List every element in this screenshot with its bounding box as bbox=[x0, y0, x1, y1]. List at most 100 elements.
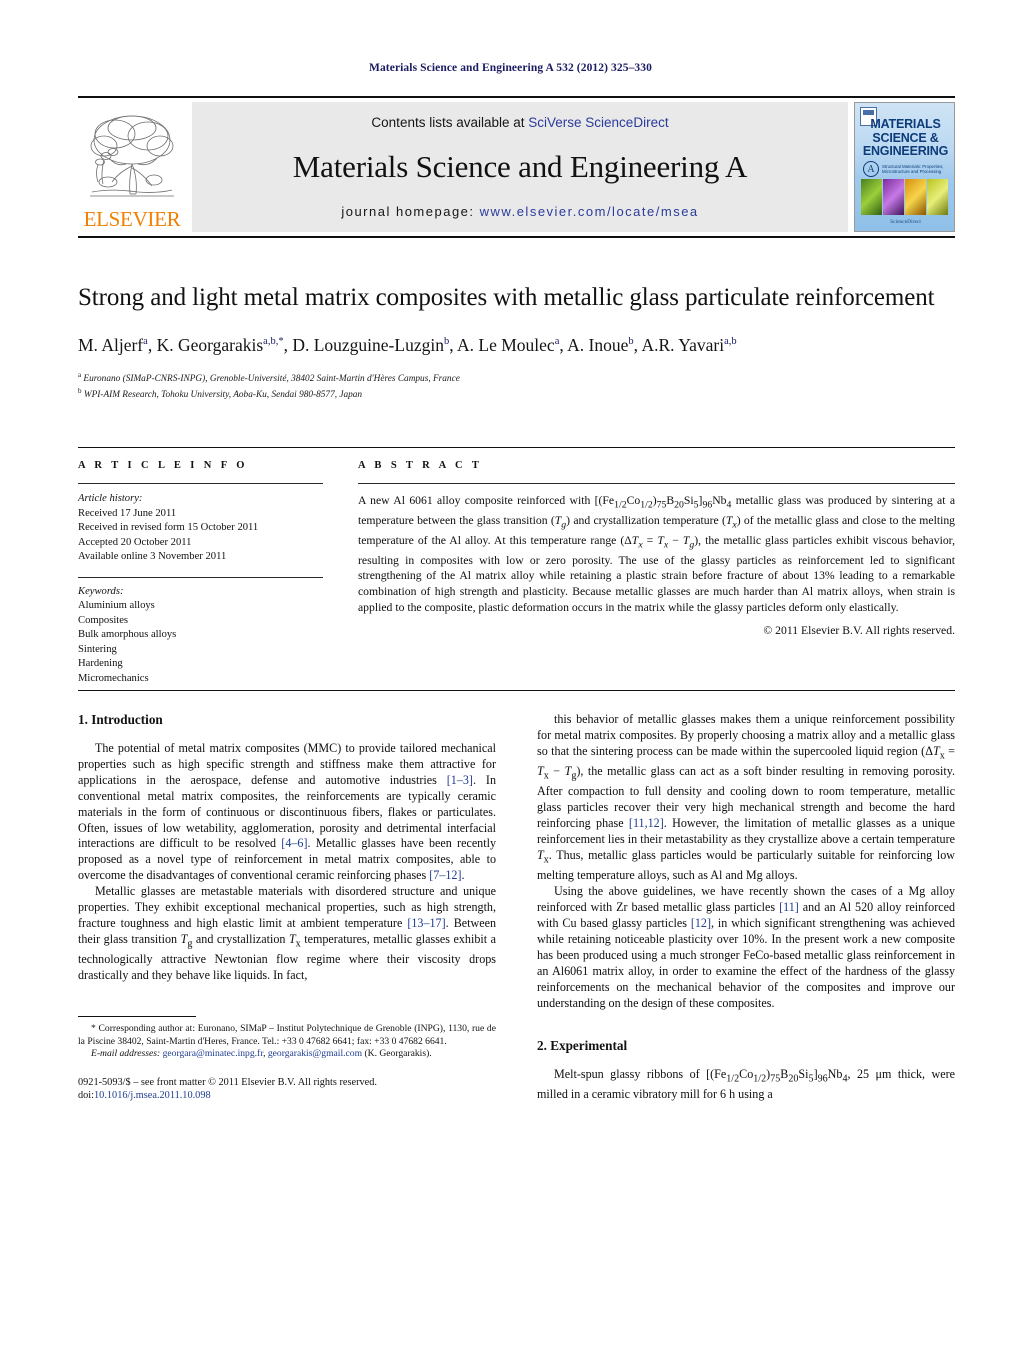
author: A. Inoueb bbox=[567, 334, 634, 355]
email-note: E-mail addresses: georgara@minatec.inpg.… bbox=[91, 1048, 432, 1060]
article-info-column: A R T I C L E I N F O Article history: R… bbox=[78, 460, 323, 686]
keyword-item: Bulk amorphous alloys bbox=[78, 629, 177, 640]
article-history-item: Received 17 June 2011 bbox=[78, 507, 177, 519]
keyword-item: Hardening bbox=[78, 658, 123, 669]
abstract-rule bbox=[358, 483, 955, 484]
affiliation-marker: b bbox=[78, 387, 82, 396]
body-columns: 1. Introduction The potential of metal m… bbox=[78, 712, 955, 1103]
cover-title-line2: SCIENCE & bbox=[872, 130, 939, 145]
journal-masthead: ELSEVIER Contents lists available at Sci… bbox=[78, 96, 955, 238]
issn-line-block: 0921-5093/$ – see front matter © 2011 El… bbox=[78, 1076, 496, 1103]
paragraph: Metallic glasses are metastable material… bbox=[78, 884, 497, 983]
body-column-right: this behavior of metallic glasses makes … bbox=[537, 712, 955, 1103]
issn-line: 0921-5093/$ – see front matter © 2011 El… bbox=[78, 1076, 377, 1088]
article-info-heading: A R T I C L E I N F O bbox=[78, 460, 248, 471]
keywords-label: Keywords: bbox=[78, 585, 124, 597]
elsevier-logo: ELSEVIER bbox=[78, 102, 186, 232]
cover-bottom-text: ScienceDirect bbox=[890, 219, 921, 225]
affiliation-list: a Euronano (SIMaP-CNRS-INPG), Grenoble-U… bbox=[78, 369, 955, 402]
author: A.R. Yavaria,b bbox=[641, 334, 737, 355]
abstract-heading: A B S T R A C T bbox=[358, 460, 483, 471]
abstract-column: A B S T R A C T A new Al 6061 alloy comp… bbox=[358, 460, 955, 686]
doi-line: doi:10.1016/j.msea.2011.10.098 bbox=[78, 1089, 496, 1103]
info-abstract-region: A R T I C L E I N F O Article history: R… bbox=[78, 460, 955, 686]
paragraph: Using the above guidelines, we have rece… bbox=[537, 884, 956, 1010]
masthead-bottom-rule bbox=[78, 236, 955, 238]
author-affiliation-marker: b bbox=[628, 336, 634, 347]
keyword-item: Sintering bbox=[78, 643, 117, 655]
author: K. Georgarakisa,b,* bbox=[156, 334, 284, 355]
author: D. Louzguine-Luzginb bbox=[292, 334, 450, 355]
cover-title: MATERIALS SCIENCE & ENGINEERING bbox=[855, 117, 954, 159]
email-link-1[interactable]: georgara@minatec.inpg.fr bbox=[163, 1048, 263, 1059]
author: A. Le Mouleca bbox=[457, 334, 560, 355]
journal-title: Materials Science and Engineering A bbox=[292, 149, 748, 184]
article-history-item: Accepted 20 October 2011 bbox=[78, 536, 192, 548]
article-history-item: Received in revised form 15 October 2011 bbox=[78, 522, 259, 533]
title-block: Strong and light metal matrix composites… bbox=[78, 282, 955, 402]
cover-title-line3: ENGINEERING bbox=[862, 144, 949, 158]
article-history-block: Article history: Received 17 June 2011 Re… bbox=[78, 492, 323, 565]
micrograph-2 bbox=[883, 179, 904, 215]
author: M. Aljerfa bbox=[78, 334, 148, 355]
article-info-rule bbox=[78, 483, 323, 484]
email-link-2[interactable]: georgarakis@gmail.com bbox=[268, 1048, 362, 1059]
elsevier-wordmark: ELSEVIER bbox=[83, 207, 181, 231]
footnote-block: * Corresponding author at: Euronano, SIM… bbox=[78, 1015, 496, 1103]
author-affiliation-marker: b bbox=[443, 336, 450, 347]
cover-subtitle: Structural Materials: Properties, Micros… bbox=[882, 163, 944, 174]
doi-link[interactable]: 10.1016/j.msea.2011.10.098 bbox=[94, 1090, 211, 1101]
sciencedirect-link[interactable]: SciVerse ScienceDirect bbox=[528, 115, 668, 130]
affiliation-marker: a bbox=[78, 370, 82, 379]
article-history-items: Received 17 June 2011 Received in revised… bbox=[78, 507, 323, 565]
cover-subtitle-row: A Structural Materials: Properties, Micr… bbox=[863, 161, 948, 177]
keyword-item: Aluminium alloys bbox=[78, 600, 155, 611]
keyword-item: Micromechanics bbox=[78, 672, 149, 684]
journal-homepage-link[interactable]: www.elsevier.com/locate/msea bbox=[480, 204, 699, 219]
body-column-gap bbox=[496, 712, 537, 1103]
doi-label: doi: bbox=[78, 1090, 95, 1102]
cover-title-line1: MATERIALS bbox=[870, 117, 941, 131]
paragraph: The potential of metal matrix composites… bbox=[78, 741, 497, 883]
info-bottom-rule bbox=[78, 690, 955, 691]
info-top-rule bbox=[78, 447, 955, 448]
left-column-paragraphs: The potential of metal matrix composites… bbox=[78, 741, 496, 984]
email-owner: (K. Georgarakis). bbox=[364, 1048, 432, 1060]
keyword-item: Composites bbox=[78, 614, 129, 626]
journal-band: Contents lists available at SciVerse Sci… bbox=[192, 102, 848, 232]
micrograph-3 bbox=[905, 179, 926, 215]
article-history-label: Article history: bbox=[78, 493, 143, 504]
section-heading-experimental: 2. Experimental bbox=[537, 1037, 628, 1053]
elsevier-tree-icon bbox=[90, 115, 174, 197]
email-label: E-mail addresses: bbox=[91, 1048, 161, 1060]
contents-list-line: Contents lists available at SciVerse Sci… bbox=[371, 115, 668, 130]
paper-page: Materials Science and Engineering A 532 … bbox=[0, 0, 1021, 1351]
micrograph-1 bbox=[861, 179, 882, 215]
section-heading-introduction: 1. Introduction bbox=[78, 712, 163, 727]
author-affiliation-marker: a,b,* bbox=[263, 336, 284, 347]
body-column-left: 1. Introduction The potential of metal m… bbox=[78, 712, 496, 1103]
author-list: M. Aljerfa, K. Georgarakisa,b,*, D. Louz… bbox=[78, 334, 737, 355]
affiliation: a Euronano (SIMaP-CNRS-INPG), Grenoble-U… bbox=[78, 370, 460, 384]
keywords-block: Keywords: Aluminium alloys Composites Bulk… bbox=[78, 585, 323, 687]
homepage-prefix: journal homepage: bbox=[341, 204, 480, 219]
author-affiliation-marker: a bbox=[143, 336, 148, 347]
keywords-rule bbox=[78, 576, 323, 578]
article-history-item: Available online 3 November 2011 bbox=[78, 551, 227, 562]
journal-cover-thumbnail[interactable]: MATERIALS SCIENCE & ENGINEERING A Struct… bbox=[854, 102, 955, 232]
running-head: Materials Science and Engineering A 532 … bbox=[369, 62, 652, 74]
abstract-text: A new Al 6061 alloy composite reinforced… bbox=[358, 494, 956, 614]
paragraph: this behavior of metallic glasses makes … bbox=[537, 712, 956, 883]
experimental-paragraph: Melt-spun glassy ribbons of [(Fe1/2Co1/2… bbox=[537, 1066, 955, 1101]
right-column-paragraphs: this behavior of metallic glasses makes … bbox=[537, 712, 955, 1012]
corresponding-author-note: * Corresponding author at: Euronano, SIM… bbox=[78, 1022, 496, 1047]
journal-homepage-line: journal homepage: www.elsevier.com/locat… bbox=[341, 204, 698, 219]
micrograph-4 bbox=[927, 179, 948, 215]
affiliation: b WPI-AIM Research, Tohoku University, A… bbox=[78, 387, 363, 401]
column-gap bbox=[323, 460, 358, 686]
author-affiliation-marker: a,b bbox=[724, 336, 737, 347]
author-affiliation-marker: a bbox=[554, 336, 560, 347]
keyword-items: Aluminium alloys Composites Bulk amorphous… bbox=[78, 599, 323, 686]
contents-prefix: Contents lists available at bbox=[371, 115, 529, 130]
series-letter-badge: A bbox=[863, 161, 879, 177]
